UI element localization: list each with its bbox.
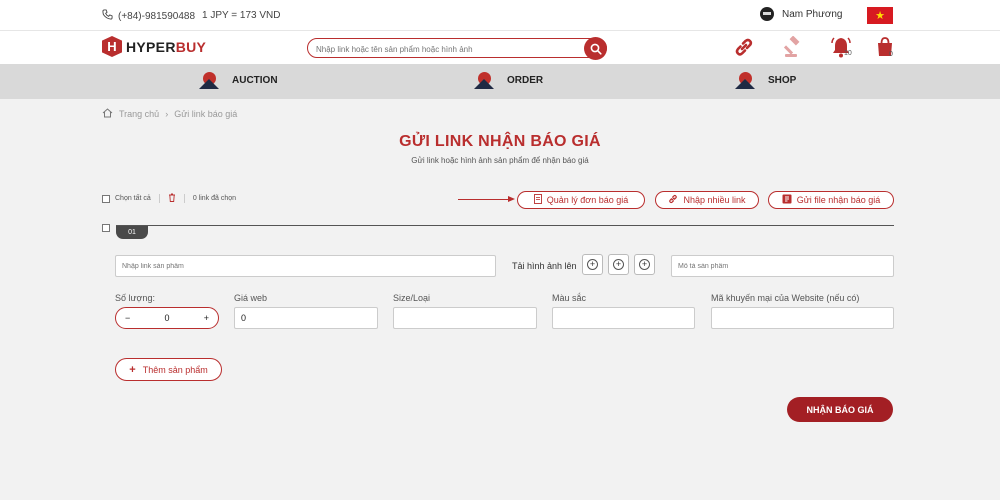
breadcrumb-home[interactable]: Trang chủ <box>119 109 159 119</box>
product-description-input[interactable] <box>671 255 894 277</box>
promo-code-input[interactable] <box>711 307 894 329</box>
divider <box>183 194 185 203</box>
logo-mark-icon: H <box>102 36 122 57</box>
selected-count: 0 link đã chọn <box>192 195 237 202</box>
import-links-label: Nhập nhiều link <box>683 195 746 205</box>
send-file-button[interactable]: Gửi file nhận báo giá <box>768 191 894 209</box>
upload-slot[interactable]: + <box>608 254 629 275</box>
submit-quote-button[interactable]: NHẬN BÁO GIÁ <box>787 397 893 422</box>
cart-icon[interactable]: 0 <box>875 36 895 63</box>
add-image-icon: + <box>613 259 624 270</box>
hotline[interactable]: (+84)-981590488 <box>102 9 195 23</box>
send-file-label: Gửi file nhận báo giá <box>796 195 881 205</box>
notification-count: 10 <box>844 50 852 57</box>
select-all-checkbox[interactable] <box>102 194 110 203</box>
pointer-arrow <box>458 199 510 200</box>
breadcrumb-current: Gửi link báo giá <box>174 109 238 119</box>
manage-quotes-button[interactable]: Quản lý đơn báo giá <box>517 191 645 209</box>
product-header: 01 <box>102 223 894 239</box>
main-nav: AUCTION ORDER SHOP <box>0 64 1000 99</box>
promo-code-label: Mã khuyến mại của Website (nếu có) <box>711 293 860 303</box>
quantity-stepper: − 0 + <box>115 307 219 329</box>
bell-icon[interactable]: 10 <box>830 36 852 63</box>
phone-number: (+84)-981590488 <box>118 10 196 22</box>
upload-slot[interactable]: + <box>634 254 655 275</box>
search-button[interactable] <box>584 37 607 60</box>
cart-count: 0 <box>889 51 893 58</box>
fuji-icon <box>199 72 220 89</box>
vietnam-flag-icon[interactable]: ★ <box>867 7 893 24</box>
plus-icon: + <box>129 363 136 376</box>
add-product-button[interactable]: + Thêm sản phẩm <box>115 358 222 381</box>
manage-quotes-label: Quản lý đơn báo giá <box>546 195 629 205</box>
add-image-icon: + <box>639 259 650 270</box>
quantity-label: Số lượng: <box>115 293 155 303</box>
file-icon <box>782 194 792 206</box>
breadcrumb-separator: › <box>165 109 169 119</box>
search-icon <box>590 43 602 55</box>
nav-auction-label: AUCTION <box>232 75 278 86</box>
nav-shop[interactable]: SHOP <box>735 72 796 89</box>
product-number: 01 <box>116 226 148 239</box>
home-icon[interactable] <box>102 108 113 120</box>
top-info-bar: (+84)-981590488 1 JPY = 173 VND Nam Phươ… <box>0 0 1000 31</box>
selection-toolbar: Chọn tất cả 0 link đã chọn <box>102 193 236 204</box>
nav-order[interactable]: ORDER <box>474 72 543 89</box>
user-name: Nam Phương <box>782 8 843 20</box>
nav-order-label: ORDER <box>507 75 544 86</box>
upload-label: Tải hình ảnh lên <box>512 261 577 271</box>
divider <box>158 194 160 203</box>
decrement-button[interactable]: − <box>125 313 130 323</box>
import-links-button[interactable]: Nhập nhiều link <box>655 191 759 209</box>
phone-icon <box>102 9 113 23</box>
size-label: Size/Loại <box>393 293 431 303</box>
increment-button[interactable]: + <box>204 313 209 323</box>
color-label: Màu sắc <box>552 293 587 303</box>
search-box <box>307 37 607 60</box>
web-price-label: Giá web <box>234 293 268 303</box>
size-input[interactable] <box>393 307 537 329</box>
pointer-arrow-head <box>508 196 515 202</box>
product-link-input[interactable] <box>115 255 496 277</box>
quantity-value[interactable]: 0 <box>164 313 169 323</box>
product-divider <box>116 225 894 226</box>
main-header: H HYPERBUY 10 0 <box>0 31 1000 64</box>
add-image-icon: + <box>587 259 598 270</box>
search-input[interactable] <box>308 40 578 59</box>
logo-text: HYPERBUY <box>126 38 207 55</box>
select-all-label[interactable]: Chọn tất cả <box>115 195 151 202</box>
fuji-icon <box>735 72 756 89</box>
exchange-rate: 1 JPY = 173 VND <box>202 10 281 21</box>
link-icon <box>668 194 678 206</box>
color-input[interactable] <box>552 307 695 329</box>
upload-slot[interactable]: + <box>582 254 603 275</box>
auction-gavel-icon[interactable] <box>782 35 804 63</box>
breadcrumb: Trang chủ › Gửi link báo giá <box>102 108 237 120</box>
logo[interactable]: H HYPERBUY <box>102 36 206 57</box>
page-subtitle: Gửi link hoặc hình ảnh sản phẩm để nhận … <box>411 156 589 165</box>
link-icon[interactable] <box>733 36 755 63</box>
fuji-icon <box>474 72 495 89</box>
avatar <box>760 7 774 21</box>
user-menu[interactable]: Nam Phương <box>760 7 843 21</box>
document-icon <box>533 194 542 206</box>
web-price-input[interactable]: 0 <box>234 307 378 329</box>
nav-auction[interactable]: AUCTION <box>199 72 278 89</box>
trash-icon[interactable] <box>168 193 176 204</box>
product-checkbox[interactable] <box>102 224 110 232</box>
page-title: GỬI LINK NHẬN BÁO GIÁ <box>399 133 601 150</box>
add-product-label: Thêm sản phẩm <box>142 364 208 375</box>
nav-shop-label: SHOP <box>768 75 797 86</box>
